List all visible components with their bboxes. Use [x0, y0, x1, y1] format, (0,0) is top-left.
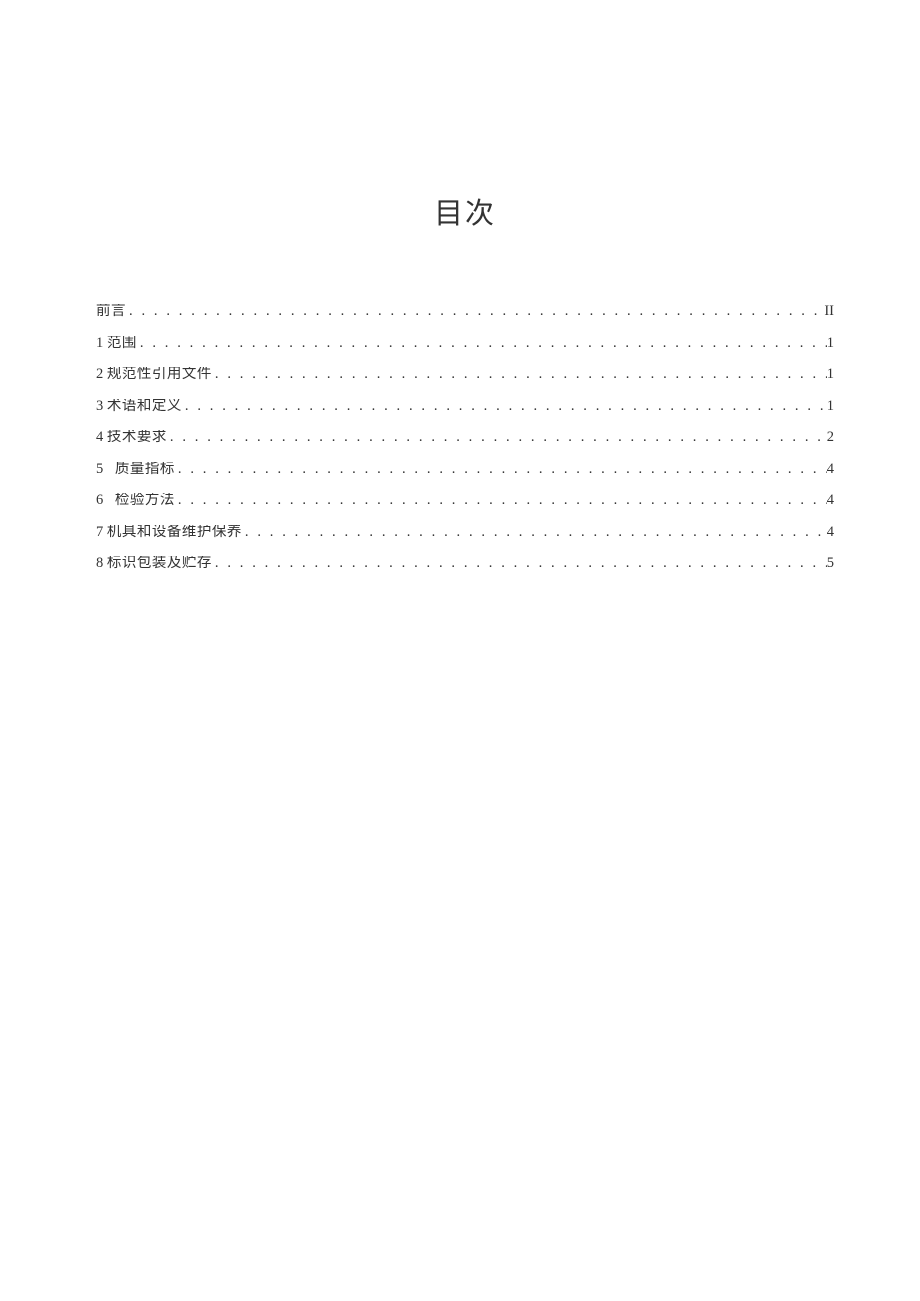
toc-label: 4 技术要求: [96, 430, 167, 445]
toc-leader-dots: . . . . . . . . . . . . . . . . . . . . …: [175, 462, 827, 477]
toc-page-number: 5: [827, 556, 834, 571]
toc-page-number: 2: [827, 430, 834, 445]
document-page: 目次 前言 . . . . . . . . . . . . . . . . . …: [0, 0, 920, 1301]
toc-entry-4: 4 技术要求 . . . . . . . . . . . . . . . . .…: [96, 430, 834, 445]
toc-label: 1 范围: [96, 336, 137, 351]
toc-entry-preface: 前言 . . . . . . . . . . . . . . . . . . .…: [96, 304, 834, 319]
toc-page-number: 1: [827, 399, 834, 414]
toc-entry-8: 8 标识包装及贮存 . . . . . . . . . . . . . . . …: [96, 556, 834, 571]
toc-page-number: 1: [827, 367, 834, 382]
toc-page-number: 4: [827, 525, 834, 540]
toc-title: 目次: [96, 190, 834, 232]
toc-label: 前言: [96, 304, 126, 319]
toc-page-number: 4: [827, 493, 834, 508]
toc-leader-dots: . . . . . . . . . . . . . . . . . . . . …: [167, 430, 827, 445]
toc-leader-dots: . . . . . . . . . . . . . . . . . . . . …: [242, 525, 827, 540]
toc-leader-dots: . . . . . . . . . . . . . . . . . . . . …: [212, 367, 827, 382]
toc-leader-dots: . . . . . . . . . . . . . . . . . . . . …: [126, 304, 824, 319]
toc-entry-7: 7 机具和设备维护保养 . . . . . . . . . . . . . . …: [96, 525, 834, 540]
toc-entry-3: 3 术语和定义 . . . . . . . . . . . . . . . . …: [96, 399, 834, 414]
toc-label: 7 机具和设备维护保养: [96, 525, 242, 540]
toc-page-number: 4: [827, 462, 834, 477]
toc-page-number: 1: [827, 336, 834, 351]
toc-entry-2: 2 规范性引用文件 . . . . . . . . . . . . . . . …: [96, 367, 834, 382]
toc-page-number: II: [824, 304, 834, 319]
toc-leader-dots: . . . . . . . . . . . . . . . . . . . . …: [212, 556, 827, 571]
toc-leader-dots: . . . . . . . . . . . . . . . . . . . . …: [182, 399, 827, 414]
table-of-contents: 前言 . . . . . . . . . . . . . . . . . . .…: [96, 304, 834, 571]
toc-label: 2 规范性引用文件: [96, 367, 212, 382]
toc-entry-1: 1 范围 . . . . . . . . . . . . . . . . . .…: [96, 336, 834, 351]
toc-leader-dots: . . . . . . . . . . . . . . . . . . . . …: [137, 336, 827, 351]
toc-entry-5: 5 质量指标 . . . . . . . . . . . . . . . . .…: [96, 462, 834, 477]
toc-label: 6 检验方法: [96, 493, 175, 508]
toc-leader-dots: . . . . . . . . . . . . . . . . . . . . …: [175, 493, 827, 508]
toc-entry-6: 6 检验方法 . . . . . . . . . . . . . . . . .…: [96, 493, 834, 508]
toc-label: 8 标识包装及贮存: [96, 556, 212, 571]
toc-label: 3 术语和定义: [96, 399, 182, 414]
toc-label: 5 质量指标: [96, 462, 175, 477]
